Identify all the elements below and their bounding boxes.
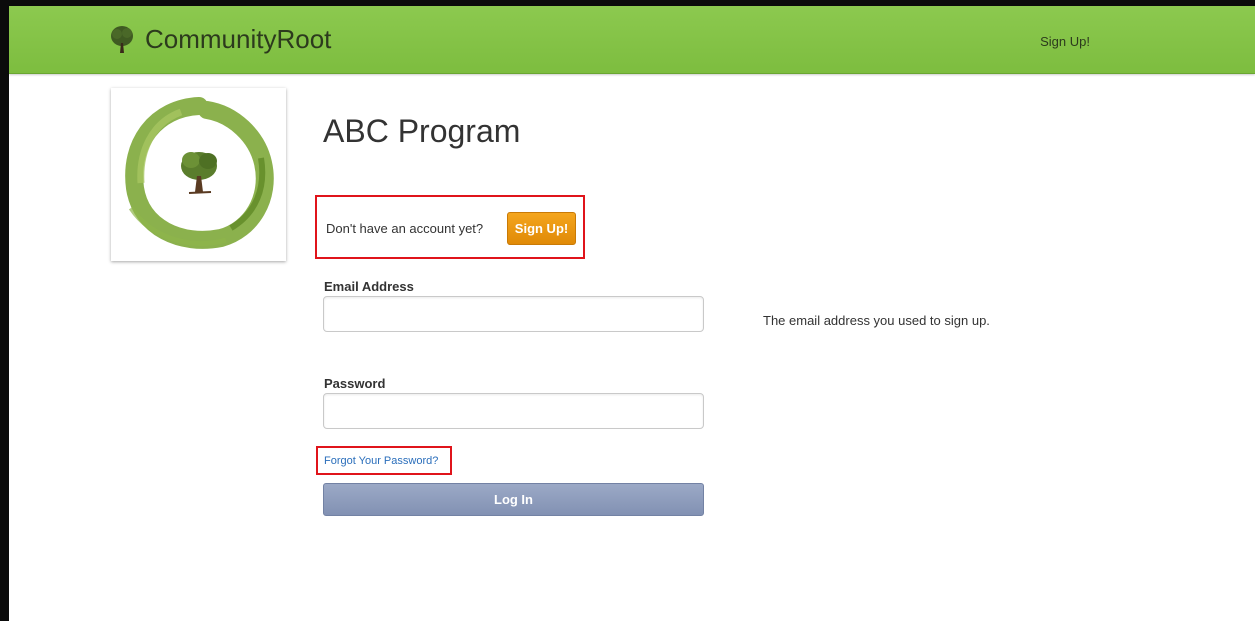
login-button[interactable]: Log In [323,483,704,516]
program-logo [111,88,286,261]
brand[interactable]: CommunityRoot [109,24,331,55]
password-field[interactable] [323,393,704,429]
email-field[interactable] [323,296,704,332]
signup-prompt: Don't have an account yet? [326,221,484,236]
nav-signup-link[interactable]: Sign Up! [1040,34,1090,49]
forgot-password-link[interactable]: Forgot Your Password? [324,455,438,467]
password-label: Password [324,376,386,391]
signup-button[interactable]: Sign Up! [507,212,576,245]
forgot-password-highlight-box: Forgot Your Password? [316,446,452,475]
window-frame-left [0,0,9,621]
tree-in-circle-logo [125,97,274,249]
tree-icon [111,25,133,53]
email-label: Email Address [324,279,414,294]
page-title: ABC Program [323,113,521,149]
email-help-text: The email address you used to sign up. [763,313,990,328]
top-navbar: CommunityRoot Sign Up! [9,6,1255,74]
signup-highlight-box: Don't have an account yet? Sign Up! [315,195,585,259]
brand-name: CommunityRoot [145,24,332,54]
